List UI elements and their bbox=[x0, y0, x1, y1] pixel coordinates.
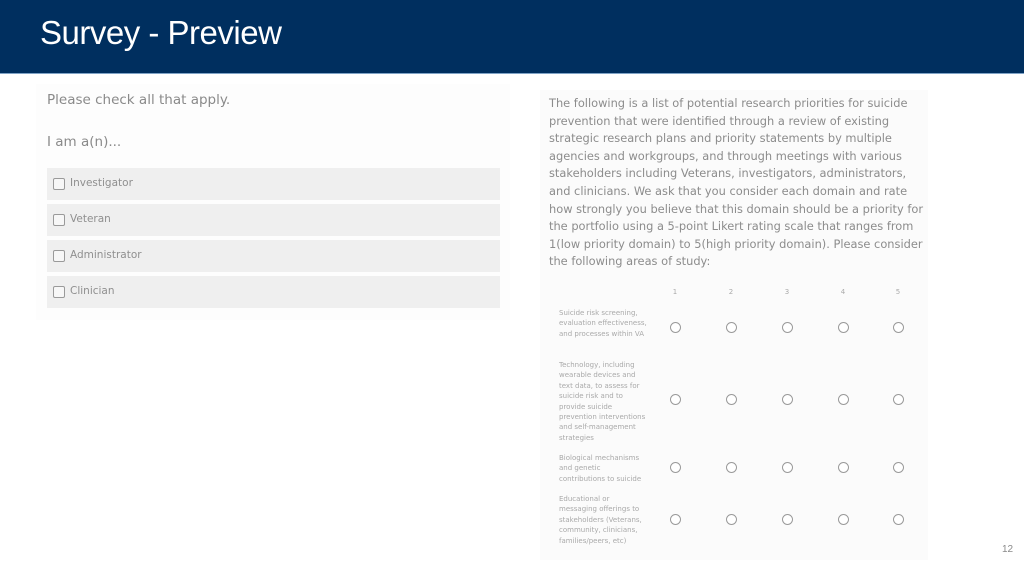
likert-row-label: Educational or messaging offerings to st… bbox=[559, 495, 642, 545]
likert-question-panel: The following is a list of potential res… bbox=[540, 90, 928, 560]
checkbox-icon[interactable] bbox=[53, 286, 65, 298]
scale-header-2: 2 bbox=[728, 288, 734, 296]
radio-5[interactable] bbox=[893, 514, 904, 525]
page-number: 12 bbox=[1002, 544, 1014, 555]
likert-row: Biological mechanisms and genetic contri… bbox=[540, 453, 928, 487]
radio-5[interactable] bbox=[893, 394, 904, 405]
option-veteran[interactable]: Veteran bbox=[47, 204, 500, 236]
slide-title: Survey - Preview bbox=[40, 14, 282, 51]
radio-3[interactable] bbox=[782, 394, 793, 405]
option-clinician[interactable]: Clinician bbox=[47, 276, 500, 308]
option-label: Clinician bbox=[70, 285, 115, 297]
radio-1[interactable] bbox=[670, 462, 681, 473]
radio-1[interactable] bbox=[670, 394, 681, 405]
radio-5[interactable] bbox=[893, 322, 904, 333]
option-label: Veteran bbox=[70, 213, 111, 225]
radio-4[interactable] bbox=[838, 394, 849, 405]
slide-header: Survey - Preview bbox=[0, 0, 1024, 74]
checkbox-icon[interactable] bbox=[53, 178, 65, 190]
radio-4[interactable] bbox=[838, 322, 849, 333]
radio-3[interactable] bbox=[782, 462, 793, 473]
radio-3[interactable] bbox=[782, 322, 793, 333]
option-administrator[interactable]: Administrator bbox=[47, 240, 500, 272]
radio-3[interactable] bbox=[782, 514, 793, 525]
checkbox-icon[interactable] bbox=[53, 214, 65, 226]
radio-2[interactable] bbox=[726, 322, 737, 333]
radio-4[interactable] bbox=[838, 514, 849, 525]
likert-row: Technology, including wearable devices a… bbox=[540, 360, 928, 444]
question-text: I am a(n)... bbox=[47, 134, 122, 150]
radio-2[interactable] bbox=[726, 394, 737, 405]
scale-header-1: 1 bbox=[672, 288, 678, 296]
likert-instructions: The following is a list of potential res… bbox=[549, 96, 924, 269]
likert-row-label: Suicide risk screening, evaluation effec… bbox=[559, 309, 647, 338]
scale-header-4: 4 bbox=[840, 288, 846, 296]
checkbox-question-panel: Please check all that apply. I am a(n)..… bbox=[36, 84, 510, 320]
radio-2[interactable] bbox=[726, 514, 737, 525]
checkbox-icon[interactable] bbox=[53, 250, 65, 262]
likert-row-label: Technology, including wearable devices a… bbox=[559, 361, 646, 442]
likert-row: Suicide risk screening, evaluation effec… bbox=[540, 308, 928, 352]
option-investigator[interactable]: Investigator bbox=[47, 168, 500, 200]
scale-header-3: 3 bbox=[784, 288, 790, 296]
likert-row-label: Biological mechanisms and genetic contri… bbox=[559, 454, 642, 483]
radio-4[interactable] bbox=[838, 462, 849, 473]
option-label: Administrator bbox=[70, 249, 142, 261]
likert-row: Educational or messaging offerings to st… bbox=[540, 494, 928, 550]
radio-2[interactable] bbox=[726, 462, 737, 473]
radio-1[interactable] bbox=[670, 322, 681, 333]
scale-header-5: 5 bbox=[895, 288, 901, 296]
radio-5[interactable] bbox=[893, 462, 904, 473]
radio-1[interactable] bbox=[670, 514, 681, 525]
question-instruction: Please check all that apply. bbox=[47, 92, 231, 108]
option-label: Investigator bbox=[70, 177, 133, 189]
